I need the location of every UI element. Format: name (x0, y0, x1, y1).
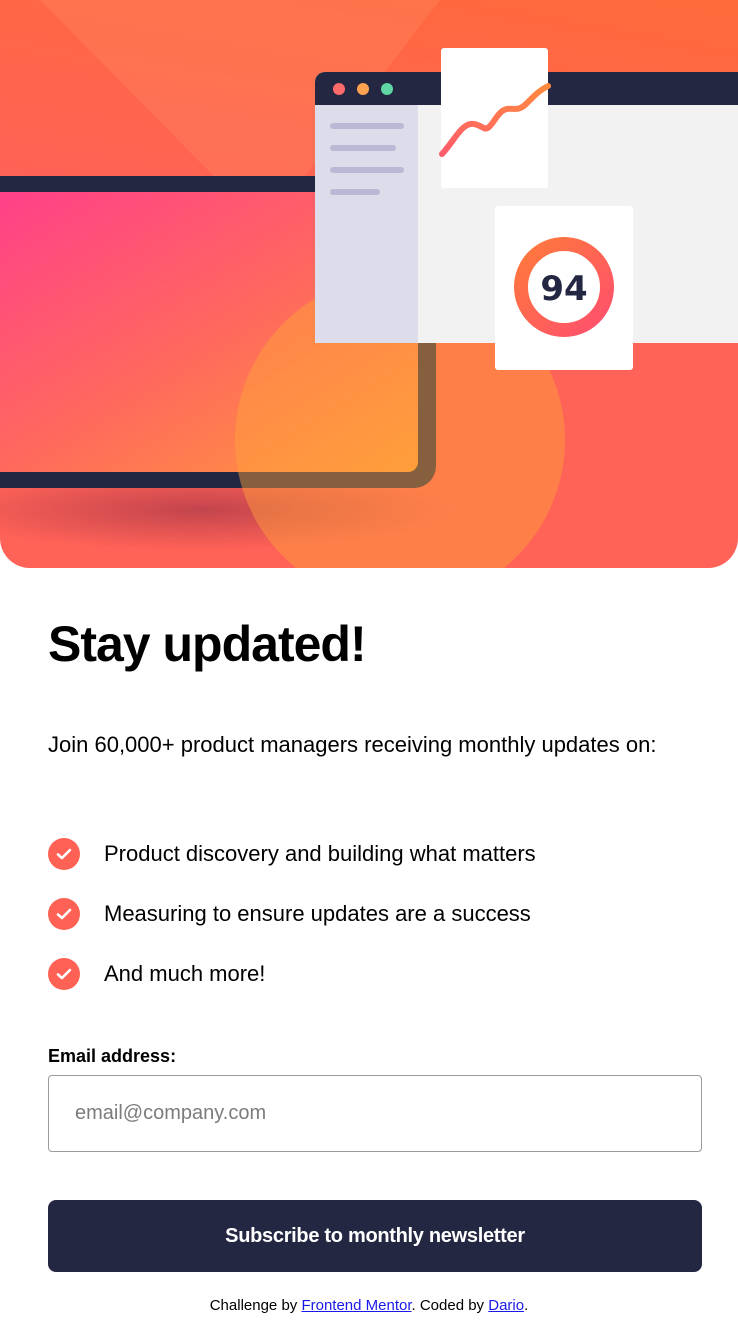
window-close-dot (333, 83, 345, 95)
subscribe-button[interactable]: Subscribe to monthly newsletter (48, 1200, 702, 1272)
check-icon (48, 838, 80, 870)
score-ring-card: 94 (495, 206, 633, 370)
check-icon (48, 898, 80, 930)
email-label: Email address: (48, 1046, 177, 1066)
list-item: And much more! (48, 956, 702, 992)
trend-chart-card (439, 48, 551, 188)
check-icon (48, 958, 80, 990)
feature-text: And much more! (104, 961, 266, 986)
window-maximize-dot (381, 83, 393, 95)
newsletter-signup-page: 94 Stay updated! Join 60,000+ product ma… (0, 0, 738, 1324)
attribution-prefix: Challenge by (209, 1297, 302, 1314)
list-item: Product discovery and building what matt… (48, 836, 702, 872)
score-value: 94 (540, 269, 587, 309)
attribution-middle: . Coded by (411, 1297, 489, 1314)
feature-text: Measuring to ensure updates are a succes… (104, 901, 531, 926)
hero-illustration: 94 (0, 0, 738, 568)
window-minimize-dot (357, 83, 369, 95)
feature-text: Product discovery and building what matt… (104, 841, 536, 866)
email-input[interactable] (48, 1075, 702, 1152)
frontend-mentor-link[interactable]: Frontend Mentor (301, 1297, 411, 1314)
attribution: Challenge by Frontend Mentor. Coded by D… (0, 1296, 738, 1316)
page-title: Stay updated! (48, 616, 367, 672)
author-link[interactable]: Dario (488, 1297, 524, 1314)
list-item: Measuring to ensure updates are a succes… (48, 896, 702, 932)
intro-text: Join 60,000+ product managers receiving … (48, 732, 657, 757)
features-list: Product discovery and building what matt… (48, 836, 702, 1016)
attribution-suffix: . (524, 1297, 529, 1314)
